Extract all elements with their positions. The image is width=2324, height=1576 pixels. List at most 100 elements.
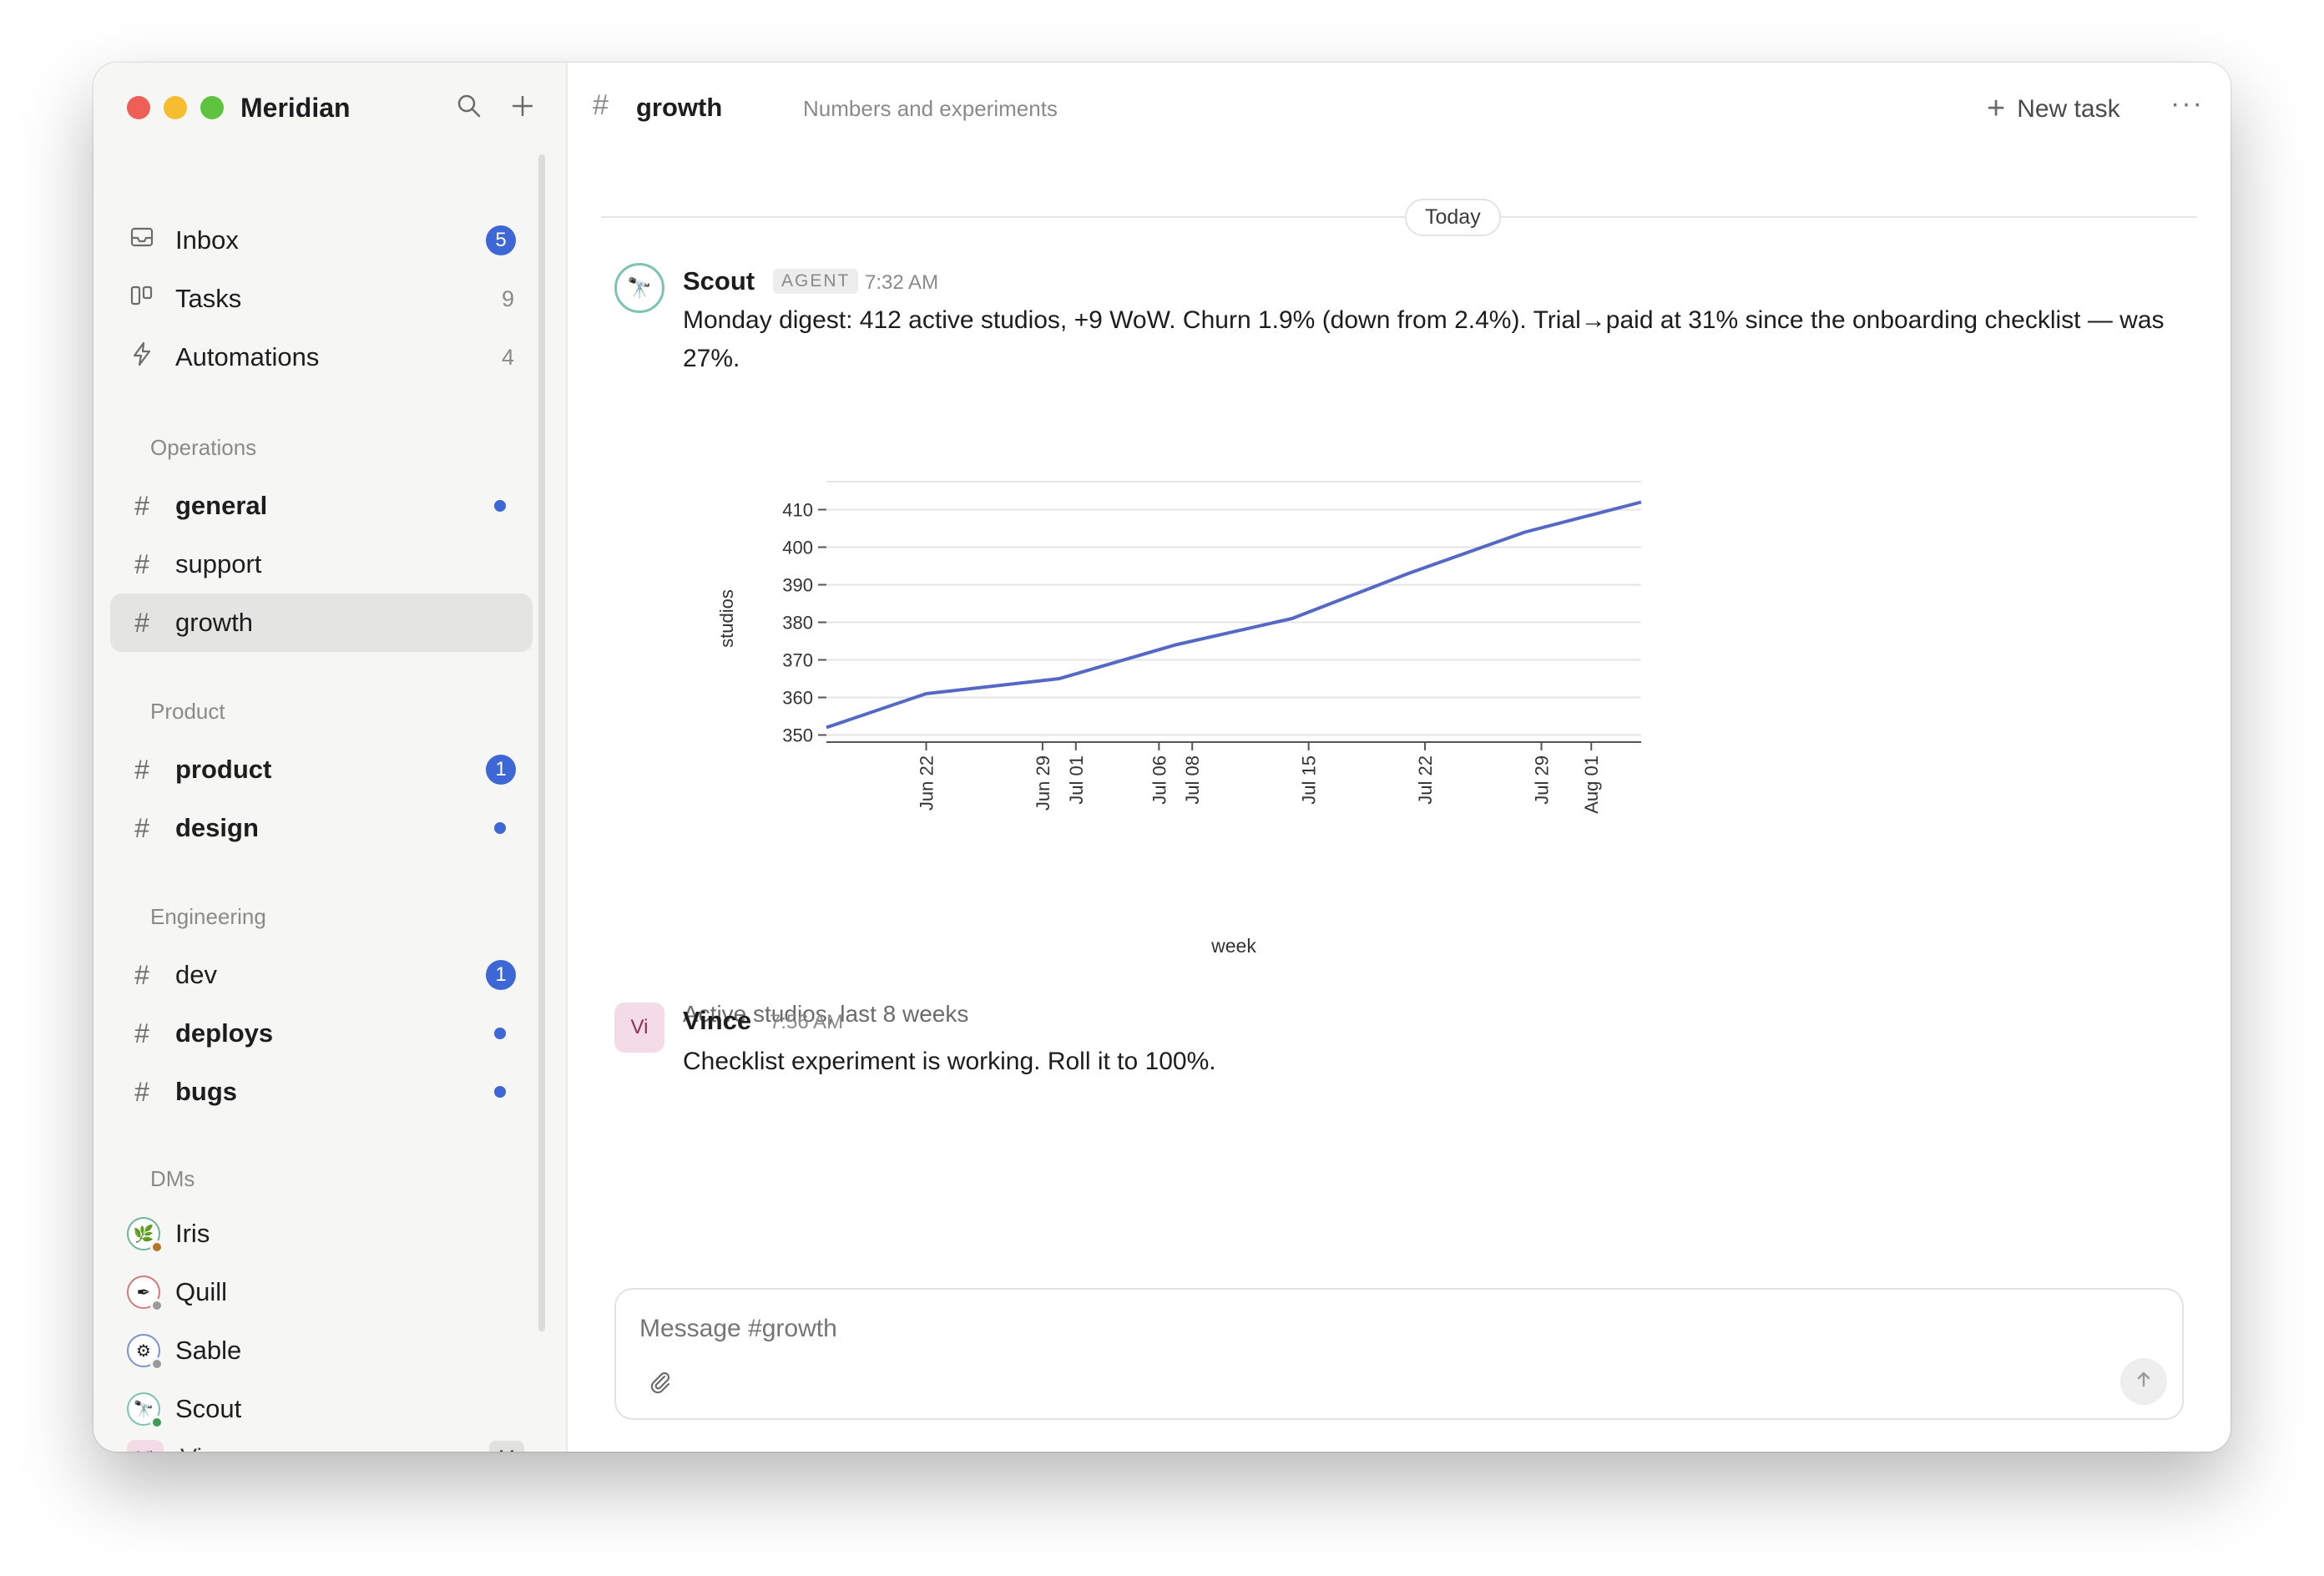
studios-chart: 350 360 370 380 390 400 410 Jun 22 Jun 29 Jul 01 J…: [683, 430, 1685, 981]
close-window-button[interactable]: [127, 96, 150, 119]
status-dot: [150, 1416, 164, 1429]
y-tick-label: 370: [782, 650, 813, 671]
sidebar-titlebar: Meridian: [93, 63, 568, 153]
y-tick-label: 360: [782, 688, 813, 709]
sidebar-item-label: support: [175, 549, 262, 578]
status-dot: [150, 1240, 164, 1254]
hash-icon: #: [134, 607, 149, 638]
hash-icon: #: [134, 1018, 149, 1048]
dev-badge: 1: [486, 960, 516, 990]
user-avatar: Vi: [127, 1440, 164, 1452]
user-name: Vince: [180, 1444, 243, 1452]
section-header-product[interactable]: Product: [150, 699, 225, 725]
paperclip-icon[interactable]: [648, 1370, 673, 1402]
search-icon[interactable]: [454, 93, 484, 123]
sidebar-item-dev[interactable]: # dev 1: [110, 946, 533, 1004]
sidebar-scrollbar[interactable]: [538, 154, 545, 1331]
message-input[interactable]: [639, 1315, 1975, 1343]
workspace-switcher[interactable]: M: [489, 1441, 524, 1452]
section-header-operations[interactable]: Operations: [150, 435, 256, 461]
unread-dot: [494, 1086, 506, 1098]
sidebar-item-label: bugs: [175, 1077, 238, 1106]
sidebar-item-growth[interactable]: # growth: [110, 594, 533, 652]
sidebar-item-product[interactable]: # product 1: [110, 740, 533, 799]
sidebar-item-dm-scout[interactable]: 🔭 Scout: [110, 1380, 533, 1438]
unread-dot: [494, 822, 506, 834]
current-user[interactable]: Vi Vince ⌄ M ⌄: [110, 1433, 549, 1452]
sidebar-item-label: Scout: [175, 1394, 242, 1423]
sidebar-item-dm-sable[interactable]: ⚙ Sable: [110, 1321, 533, 1380]
sidebar-item-label: design: [175, 813, 259, 842]
sidebar-item-label: general: [175, 491, 268, 520]
vince-avatar[interactable]: Vi: [614, 1003, 664, 1053]
hash-icon: #: [134, 548, 149, 579]
status-dot: [150, 1299, 164, 1312]
x-tick-label: Jun 29: [1033, 755, 1053, 811]
section-header-engineering[interactable]: Engineering: [150, 904, 266, 930]
channel-description: Numbers and experiments: [803, 96, 1058, 121]
day-divider-label: Today: [1405, 199, 1501, 236]
sidebar-item-deploys[interactable]: # deploys: [110, 1004, 533, 1063]
x-tick-label: Jul 06: [1149, 755, 1170, 805]
add-icon[interactable]: [508, 93, 538, 123]
sidebar-item-inbox[interactable]: Inbox 5: [110, 211, 533, 270]
message-author[interactable]: Vince: [683, 1006, 751, 1036]
user-initials: Vi: [137, 1447, 153, 1452]
sidebar-item-label: product: [175, 755, 272, 784]
y-tick-label: 380: [782, 613, 813, 634]
minimize-window-button[interactable]: [164, 96, 187, 119]
sidebar-item-dm-quill[interactable]: ✒ Quill: [110, 1263, 533, 1321]
hash-icon: #: [134, 812, 149, 843]
scout-avatar: 🔭: [127, 1392, 164, 1429]
series-line: [826, 500, 1642, 730]
hash-icon: #: [593, 89, 609, 121]
lightning-icon: [127, 341, 157, 373]
zoom-window-button[interactable]: [200, 96, 224, 119]
message-time: 7:56 AM: [770, 1011, 844, 1033]
board-icon: [127, 283, 157, 315]
sidebar-item-automations[interactable]: Automations 4: [110, 328, 533, 386]
x-tick-label: Jul 29: [1531, 755, 1552, 805]
sidebar-item-bugs[interactable]: # bugs: [110, 1063, 533, 1121]
scout-avatar[interactable]: 🔭: [614, 263, 664, 313]
sidebar-item-label: Quill: [175, 1277, 228, 1306]
channel-name[interactable]: growth: [636, 93, 722, 123]
agent-badge: AGENT: [773, 269, 859, 294]
message-text: Checklist experiment is working. Roll it…: [683, 1048, 1216, 1075]
new-task-button[interactable]: + New task: [1987, 91, 2120, 127]
new-task-label: New task: [2017, 94, 2120, 123]
y-tick-label: 350: [782, 725, 813, 746]
channel-view: # growth Numbers and experiments + New t…: [568, 63, 2231, 1452]
unread-dot: [494, 1028, 506, 1039]
sidebar-item-design[interactable]: # design: [110, 799, 533, 857]
quill-avatar: ✒: [127, 1275, 164, 1312]
sidebar-item-tasks[interactable]: Tasks 9: [110, 270, 533, 328]
section-header-dms[interactable]: DMs: [150, 1166, 195, 1192]
chevron-down-icon[interactable]: ⌄: [436, 1447, 451, 1452]
sidebar-item-general[interactable]: # general: [110, 477, 533, 535]
sidebar-item-label: Sable: [175, 1336, 242, 1365]
iris-avatar: 🌿: [127, 1217, 164, 1254]
product-badge: 1: [486, 755, 516, 785]
line-chart-svg: 350 360 370 380 390 400 410 Jun 22 Jun 29 Jul 01 J…: [716, 481, 1642, 957]
sidebar-item-label: deploys: [175, 1018, 274, 1048]
plus-icon: +: [1987, 91, 2006, 126]
status-dot: [150, 1357, 164, 1371]
sidebar-item-support[interactable]: # support: [110, 535, 533, 594]
more-options-icon[interactable]: ···: [2170, 88, 2204, 120]
hash-icon: #: [134, 754, 149, 785]
x-tick-label: Jul 15: [1299, 755, 1320, 805]
app-title: Meridian: [240, 93, 351, 123]
message-text: Monday digest: 412 active studios, +9 Wo…: [683, 306, 2165, 372]
send-button[interactable]: [2120, 1358, 2167, 1405]
x-tick-label: Jul 01: [1066, 755, 1087, 805]
message-composer: [614, 1288, 2184, 1420]
x-tick-label: Aug 01: [1581, 755, 1602, 814]
sidebar-item-label: Iris: [175, 1219, 210, 1248]
sidebar-item-dm-iris[interactable]: 🌿 Iris: [110, 1205, 533, 1263]
app-window: Meridian Inbox 5 Tasks 9 Automations 4 O…: [93, 63, 2231, 1452]
chevron-down-icon[interactable]: ⌄: [533, 1447, 548, 1452]
message-author[interactable]: Scout: [683, 266, 755, 296]
y-axis-label: studios: [716, 589, 737, 648]
hash-icon: #: [134, 490, 149, 521]
